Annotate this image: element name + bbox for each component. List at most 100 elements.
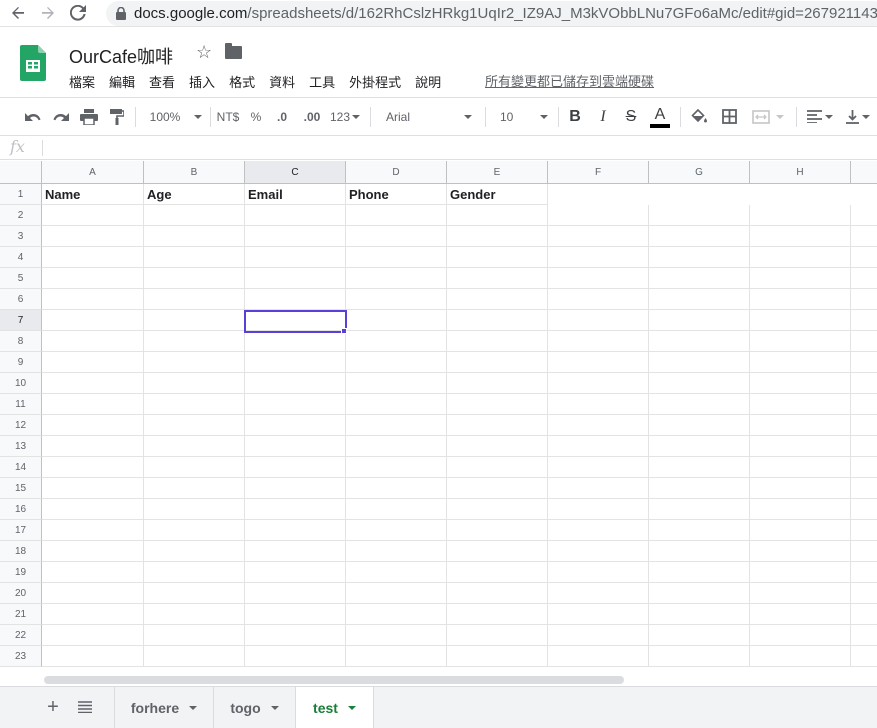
grid-cell[interactable] <box>245 436 346 457</box>
grid-cell[interactable] <box>245 562 346 583</box>
row-header-13[interactable]: 13 <box>0 436 42 457</box>
grid-cell[interactable] <box>42 520 144 541</box>
grid-cell[interactable] <box>649 478 750 499</box>
grid-cell[interactable] <box>144 331 245 352</box>
grid-cell[interactable] <box>144 583 245 604</box>
grid-cell[interactable] <box>42 394 144 415</box>
column-header-f[interactable]: F <box>548 161 649 184</box>
print-icon[interactable] <box>78 98 100 135</box>
grid-cell[interactable] <box>245 520 346 541</box>
grid-cell[interactable] <box>144 310 245 331</box>
sheets-logo-icon[interactable] <box>20 45 46 81</box>
grid-cell[interactable] <box>851 478 877 499</box>
column-header-c[interactable]: C <box>245 161 346 184</box>
bold-button[interactable]: B <box>565 98 585 135</box>
grid-cell[interactable] <box>144 457 245 478</box>
grid-cell[interactable] <box>245 604 346 625</box>
grid-cell[interactable] <box>851 310 877 331</box>
grid-cell[interactable] <box>750 604 851 625</box>
grid-cell[interactable] <box>548 205 649 226</box>
grid-cell[interactable] <box>144 415 245 436</box>
grid-cell[interactable] <box>144 562 245 583</box>
grid-cell[interactable] <box>750 646 851 667</box>
grid-cell[interactable] <box>144 352 245 373</box>
grid-cell[interactable] <box>245 247 346 268</box>
spreadsheet-grid[interactable]: A B C D E F G H 1 2 3 4 5 6 7 8 9 10 11 12 13 14 15 16 1… <box>0 161 877 668</box>
currency-button[interactable]: NT$ <box>214 98 242 135</box>
grid-cell[interactable] <box>750 583 851 604</box>
grid-cell[interactable] <box>750 499 851 520</box>
grid-cell[interactable] <box>851 562 877 583</box>
grid-cell[interactable] <box>144 226 245 247</box>
grid-cell[interactable] <box>649 373 750 394</box>
grid-cell[interactable] <box>548 478 649 499</box>
grid-cell[interactable] <box>750 268 851 289</box>
grid-cell[interactable] <box>548 499 649 520</box>
grid-cell[interactable] <box>346 268 447 289</box>
grid-cell[interactable] <box>649 268 750 289</box>
grid-cell[interactable] <box>649 625 750 646</box>
grid-cell[interactable] <box>649 436 750 457</box>
grid-cell[interactable] <box>144 205 245 226</box>
grid-cell[interactable] <box>144 268 245 289</box>
grid-cell[interactable] <box>144 289 245 310</box>
font-select[interactable]: Arial <box>380 98 476 135</box>
grid-cell[interactable] <box>649 541 750 562</box>
grid-cell[interactable] <box>447 247 548 268</box>
row-header-16[interactable]: 16 <box>0 499 42 520</box>
grid-cell[interactable] <box>42 541 144 562</box>
grid-cell[interactable] <box>750 415 851 436</box>
grid-cell[interactable] <box>144 373 245 394</box>
grid-cell[interactable] <box>750 226 851 247</box>
row-header-14[interactable]: 14 <box>0 457 42 478</box>
grid-cell[interactable] <box>548 541 649 562</box>
grid-cell[interactable] <box>750 625 851 646</box>
grid-cell[interactable] <box>548 646 649 667</box>
grid-cell[interactable] <box>548 247 649 268</box>
grid-cell[interactable] <box>346 247 447 268</box>
grid-cell[interactable] <box>447 436 548 457</box>
grid-cell[interactable] <box>245 226 346 247</box>
reload-icon[interactable] <box>66 1 90 25</box>
column-header-h[interactable]: H <box>750 161 851 184</box>
star-icon[interactable]: ☆ <box>196 42 212 63</box>
grid-cell[interactable] <box>750 373 851 394</box>
grid-cell[interactable] <box>750 247 851 268</box>
grid-cell[interactable] <box>851 373 877 394</box>
sheet-tab-togo[interactable]: togo <box>214 687 296 728</box>
menu-view[interactable]: 查看 <box>149 72 175 91</box>
grid-cell[interactable] <box>750 478 851 499</box>
fill-color-icon[interactable] <box>688 98 710 135</box>
grid-cell[interactable] <box>42 583 144 604</box>
grid-cell[interactable] <box>548 394 649 415</box>
grid-cell[interactable] <box>649 310 750 331</box>
grid-cell[interactable] <box>346 352 447 373</box>
cell-b1[interactable]: Age <box>144 184 245 205</box>
grid-cell[interactable] <box>649 457 750 478</box>
row-header-11[interactable]: 11 <box>0 394 42 415</box>
all-sheets-icon[interactable] <box>74 687 96 727</box>
grid-cell[interactable] <box>245 478 346 499</box>
menu-format[interactable]: 格式 <box>229 72 255 91</box>
grid-cell[interactable] <box>42 436 144 457</box>
grid-cell[interactable] <box>851 457 877 478</box>
grid-cell[interactable] <box>851 352 877 373</box>
cell-e1[interactable]: Gender <box>447 184 548 205</box>
grid-cell[interactable] <box>447 499 548 520</box>
grid-cell[interactable] <box>42 415 144 436</box>
row-header-5[interactable]: 5 <box>0 268 42 289</box>
grid-cell[interactable] <box>144 625 245 646</box>
grid-cell[interactable] <box>548 373 649 394</box>
row-header-19[interactable]: 19 <box>0 562 42 583</box>
grid-cell[interactable] <box>346 226 447 247</box>
grid-cell[interactable] <box>346 541 447 562</box>
grid-cell[interactable] <box>750 394 851 415</box>
grid-cell[interactable] <box>750 331 851 352</box>
grid-cell[interactable] <box>42 373 144 394</box>
grid-cell[interactable] <box>548 289 649 310</box>
strikethrough-button[interactable]: S <box>621 98 641 135</box>
borders-icon[interactable] <box>718 98 740 135</box>
row-header-15[interactable]: 15 <box>0 478 42 499</box>
row-header-12[interactable]: 12 <box>0 415 42 436</box>
undo-icon[interactable] <box>22 98 44 135</box>
